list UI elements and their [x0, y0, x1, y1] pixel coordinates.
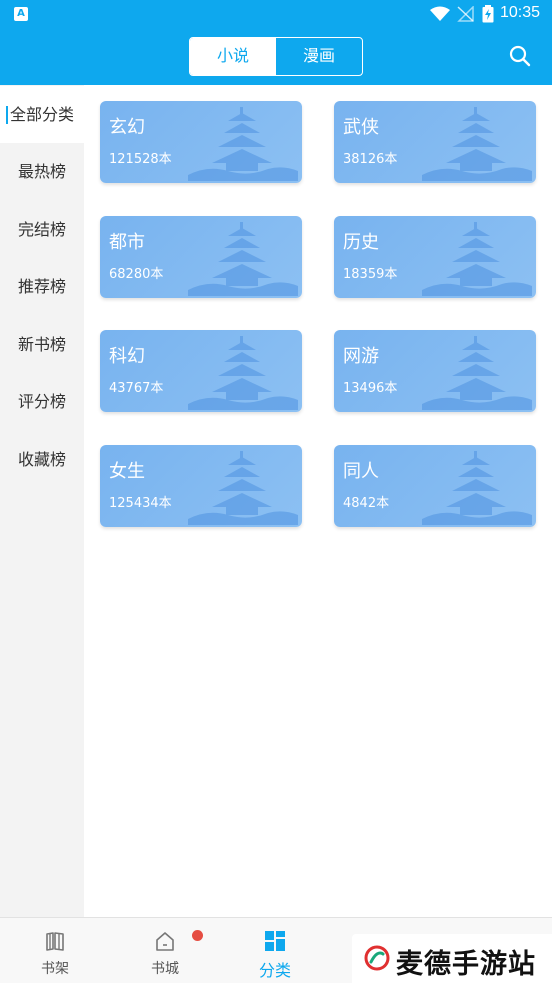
category-card[interactable]: 武侠 38126本 [334, 101, 536, 183]
sidebar-item-recommended[interactable]: 推荐榜 [0, 258, 84, 315]
category-card[interactable]: 历史 18359本 [334, 216, 536, 298]
pagoda-icon [188, 107, 298, 181]
category-count: 13496本 [343, 381, 398, 396]
category-count: 4842本 [343, 496, 390, 511]
category-name: 玄幻 [109, 117, 145, 138]
sidebar-item-new-books[interactable]: 新书榜 [0, 316, 84, 373]
sidebar-item-hottest[interactable]: 最热榜 [0, 143, 84, 200]
watermark: 麦德手游站 [352, 934, 552, 983]
nav-label: 书架 [41, 961, 69, 977]
status-time: 10:35 [499, 4, 540, 21]
pagoda-icon [188, 451, 298, 525]
nav-label: 分类 [258, 961, 291, 980]
category-card[interactable]: 科幻 43767本 [100, 330, 302, 412]
nav-bookstore[interactable]: 书城 [110, 918, 220, 983]
ranking-sidebar: 全部分类 最热榜 完结榜 推荐榜 新书榜 评分榜 收藏榜 [0, 85, 84, 917]
category-card[interactable]: 都市 68280本 [100, 216, 302, 298]
search-icon[interactable] [508, 44, 532, 68]
category-count: 121528本 [109, 152, 172, 167]
sidebar-item-rating[interactable]: 评分榜 [0, 373, 84, 430]
pagoda-icon [188, 222, 298, 296]
pagoda-icon [422, 107, 532, 181]
category-icon [265, 931, 285, 951]
category-name: 科幻 [109, 346, 145, 367]
category-count: 38126本 [343, 152, 398, 167]
top-bar: A 10:35 小说 漫画 [0, 0, 552, 85]
nav-bookshelf[interactable]: 书架 [0, 918, 110, 983]
watermark-text: 麦德手游站 [396, 949, 536, 980]
watermark-logo-icon [364, 945, 390, 971]
category-name: 女生 [109, 461, 145, 482]
app-notification-icon: A [14, 7, 28, 21]
content-type-tabs: 小说 漫画 [189, 37, 363, 76]
wifi-icon [430, 6, 450, 21]
notification-badge [192, 930, 203, 941]
category-count: 125434本 [109, 496, 172, 511]
pagoda-icon [422, 222, 532, 296]
category-card[interactable]: 同人 4842本 [334, 445, 536, 527]
pagoda-icon [422, 336, 532, 410]
sidebar-item-favorites[interactable]: 收藏榜 [0, 431, 84, 488]
category-name: 同人 [343, 461, 379, 482]
sidebar-item-all-categories[interactable]: 全部分类 [0, 86, 84, 143]
category-count: 68280本 [109, 267, 164, 282]
category-count: 43767本 [109, 381, 164, 396]
category-grid: 玄幻 121528本 武侠 38126本 都市 68280本 历史 18359本… [84, 85, 552, 917]
tab-comic[interactable]: 漫画 [276, 38, 362, 75]
category-card[interactable]: 女生 125434本 [100, 445, 302, 527]
category-card[interactable]: 网游 13496本 [334, 330, 536, 412]
home-icon [156, 932, 174, 951]
category-name: 网游 [343, 346, 379, 367]
bookshelf-icon [46, 932, 64, 951]
tab-novel[interactable]: 小说 [190, 38, 276, 75]
battery-charging-icon [482, 5, 494, 23]
category-name: 都市 [109, 232, 145, 253]
category-card[interactable]: 玄幻 121528本 [100, 101, 302, 183]
category-count: 18359本 [343, 267, 398, 282]
status-bar: A 10:35 [0, 0, 552, 28]
signal-off-icon [457, 6, 474, 22]
nav-label: 书城 [151, 961, 179, 977]
category-name: 武侠 [343, 117, 379, 138]
sidebar-item-completed[interactable]: 完结榜 [0, 201, 84, 258]
pagoda-icon [188, 336, 298, 410]
category-name: 历史 [343, 232, 379, 253]
pagoda-icon [422, 451, 532, 525]
nav-category[interactable]: 分类 [220, 918, 330, 983]
